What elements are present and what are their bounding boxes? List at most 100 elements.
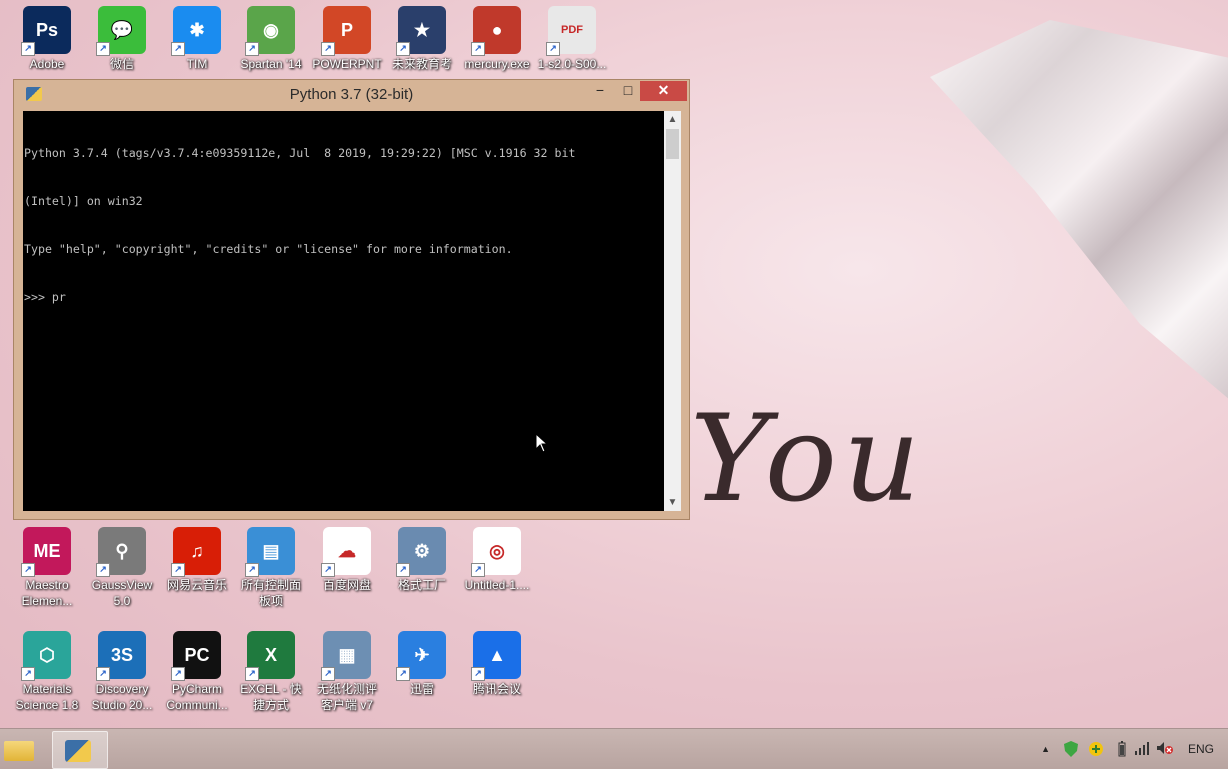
mouse-cursor-icon	[535, 433, 549, 453]
shortcut-arrow-icon: ↗	[21, 563, 35, 577]
desktop-shortcut-label: PyCharm Communi...	[166, 682, 228, 712]
shortcut-arrow-icon: ↗	[396, 42, 410, 56]
input-language-indicator[interactable]: ENG	[1188, 742, 1214, 756]
desktop-shortcut-label: 百度网盘	[322, 578, 371, 592]
battery-icon[interactable]	[1118, 741, 1126, 760]
desktop-shortcut[interactable]: ☁ ↗ 百度网盘	[309, 527, 385, 593]
shortcut-arrow-icon: ↗	[471, 667, 485, 681]
shortcut-arrow-icon: ↗	[171, 42, 185, 56]
desktop-shortcut-label: POWERPNT	[312, 57, 382, 71]
minimize-button[interactable]: −	[586, 81, 614, 101]
desktop-shortcut-label: 未来教育考	[391, 57, 452, 71]
folder-icon	[4, 741, 34, 761]
desktop-shortcut-label: TIM	[186, 57, 208, 71]
desktop-shortcut[interactable]: ⚲ ↗ GaussView 5.0	[84, 527, 160, 609]
desktop-shortcut[interactable]: ✈ ↗ 迅雷	[384, 631, 460, 697]
system-tray: ▲ ENG	[1028, 729, 1228, 769]
desktop-shortcut-label: Untitled-1....	[464, 578, 530, 592]
console-line: (Intel)] on win32	[24, 194, 143, 208]
tray-expand-icon[interactable]: ▲	[1041, 744, 1050, 754]
desktop-shortcut[interactable]: ▦ ↗ 无纸化测评 客户端 v7	[309, 631, 385, 713]
desktop-shortcut-label: 无纸化测评 客户端 v7	[316, 682, 377, 712]
netease-music-icon: ♫ ↗	[171, 527, 221, 577]
shortcut-arrow-icon: ↗	[96, 563, 110, 577]
shortcut-arrow-icon: ↗	[321, 42, 335, 56]
wallpaper-script-text: You	[690, 390, 927, 529]
console-scrollbar[interactable]: ▲ ▼	[664, 111, 681, 511]
taskbar: ▲ ENG	[0, 728, 1228, 769]
desktop-shortcut[interactable]: Ps ↗ Adobe	[9, 6, 85, 72]
desktop-shortcut[interactable]: ⚙ ↗ 格式工厂	[384, 527, 460, 593]
security-shield-icon[interactable]	[1064, 741, 1078, 760]
add-circle-icon[interactable]	[1088, 741, 1104, 760]
baidu-netdisk-icon: ☁ ↗	[321, 527, 371, 577]
desktop-shortcut-label: Discovery Studio 20...	[91, 682, 153, 712]
desktop-shortcut-label: 腾讯会议	[472, 682, 521, 696]
xunlei-icon: ✈ ↗	[396, 631, 446, 681]
scroll-down-arrow-icon[interactable]: ▼	[664, 494, 681, 511]
desktop-shortcut[interactable]: ▲ ↗ 腾讯会议	[459, 631, 535, 697]
scroll-up-arrow-icon[interactable]: ▲	[664, 111, 681, 128]
desktop-shortcut-label: 网易云音乐	[166, 578, 227, 592]
desktop-shortcut[interactable]: ◎ ↗ Untitled-1....	[459, 527, 535, 593]
desktop-shortcut-label: Maestro Elemen...	[21, 578, 73, 608]
desktop-shortcut-label: 微信	[109, 57, 134, 71]
shortcut-arrow-icon: ↗	[321, 563, 335, 577]
taskbar-file-explorer[interactable]	[0, 731, 44, 767]
console-line: Type "help", "copyright", "credits" or "…	[24, 242, 513, 256]
desktop-shortcut[interactable]: ▤ ↗ 所有控制面 板项	[233, 527, 309, 609]
desktop-shortcut[interactable]: ★ ↗ 未来教育考	[384, 6, 460, 72]
console-line: Python 3.7.4 (tags/v3.7.4:e09359112e, Ju…	[24, 146, 576, 160]
desktop-shortcut-label: 所有控制面 板项	[240, 578, 301, 608]
shortcut-arrow-icon: ↗	[321, 667, 335, 681]
desktop-shortcut-label: 1-s2.0-S00...	[537, 57, 607, 71]
desktop-shortcut[interactable]: 💬 ↗ 微信	[84, 6, 160, 72]
volume-muted-icon[interactable]	[1156, 741, 1174, 758]
shortcut-arrow-icon: ↗	[245, 42, 259, 56]
window-titlebar[interactable]: Python 3.7 (32-bit) − □ ✕	[14, 80, 689, 108]
desktop-shortcut[interactable]: ♫ ↗ 网易云音乐	[159, 527, 235, 593]
desktop-shortcut-label: mercury.exe	[464, 57, 530, 71]
shortcut-arrow-icon: ↗	[471, 42, 485, 56]
adobe-photoshop-icon: Ps ↗	[21, 6, 71, 56]
taskbar-python-window[interactable]	[52, 731, 108, 769]
close-button[interactable]: ✕	[640, 81, 687, 101]
desktop-shortcut-label: 格式工厂	[397, 578, 446, 592]
excel-icon: X ↗	[245, 631, 295, 681]
spartan-icon: ◉ ↗	[245, 6, 295, 56]
paperless-eval-icon: ▦ ↗	[321, 631, 371, 681]
desktop-shortcut[interactable]: ◉ ↗ Spartan '14	[233, 6, 309, 72]
desktop-shortcut[interactable]: X ↗ EXCEL - 快 捷方式	[233, 631, 309, 713]
desktop-shortcut[interactable]: ● ↗ mercury.exe	[459, 6, 535, 72]
desktop-shortcut[interactable]: ⬡ ↗ Materials Science 1.8	[9, 631, 85, 713]
discovery-studio-icon: 3S ↗	[96, 631, 146, 681]
scroll-thumb[interactable]	[666, 129, 679, 159]
future-education-icon: ★ ↗	[396, 6, 446, 56]
desktop-shortcut[interactable]: 3S ↗ Discovery Studio 20...	[84, 631, 160, 713]
python-console-window[interactable]: Python 3.7 (32-bit) − □ ✕ Python 3.7.4 (…	[13, 79, 690, 520]
mercury-icon: ● ↗	[471, 6, 521, 56]
materials-studio-icon: ⬡ ↗	[21, 631, 71, 681]
shortcut-arrow-icon: ↗	[546, 42, 560, 56]
desktop-shortcut[interactable]: ME ↗ Maestro Elemen...	[9, 527, 85, 609]
shortcut-arrow-icon: ↗	[96, 42, 110, 56]
shortcut-arrow-icon: ↗	[171, 563, 185, 577]
shortcut-arrow-icon: ↗	[471, 563, 485, 577]
shortcut-arrow-icon: ↗	[396, 563, 410, 577]
console-output[interactable]: Python 3.7.4 (tags/v3.7.4:e09359112e, Ju…	[23, 111, 664, 511]
desktop-shortcut[interactable]: PC ↗ PyCharm Communi...	[159, 631, 235, 713]
chrome-icon: ◎ ↗	[471, 527, 521, 577]
desktop-shortcut-label: Spartan '14	[240, 57, 302, 71]
desktop-shortcut[interactable]: ✱ ↗ TIM	[159, 6, 235, 72]
desktop-shortcut-label: EXCEL - 快 捷方式	[240, 682, 302, 712]
desktop-shortcut-label: 迅雷	[409, 682, 434, 696]
desktop-shortcut[interactable]: PDF ↗ 1-s2.0-S00...	[534, 6, 610, 72]
signal-icon[interactable]	[1134, 741, 1150, 758]
maximize-button[interactable]: □	[614, 81, 642, 101]
pdf-icon: PDF ↗	[546, 6, 596, 56]
wechat-icon: 💬 ↗	[96, 6, 146, 56]
pycharm-icon: PC ↗	[171, 631, 221, 681]
desktop-shortcut-label: GaussView 5.0	[91, 578, 153, 608]
desktop-shortcut-label: Adobe	[29, 57, 65, 71]
desktop-shortcut[interactable]: P ↗ POWERPNT	[309, 6, 385, 72]
